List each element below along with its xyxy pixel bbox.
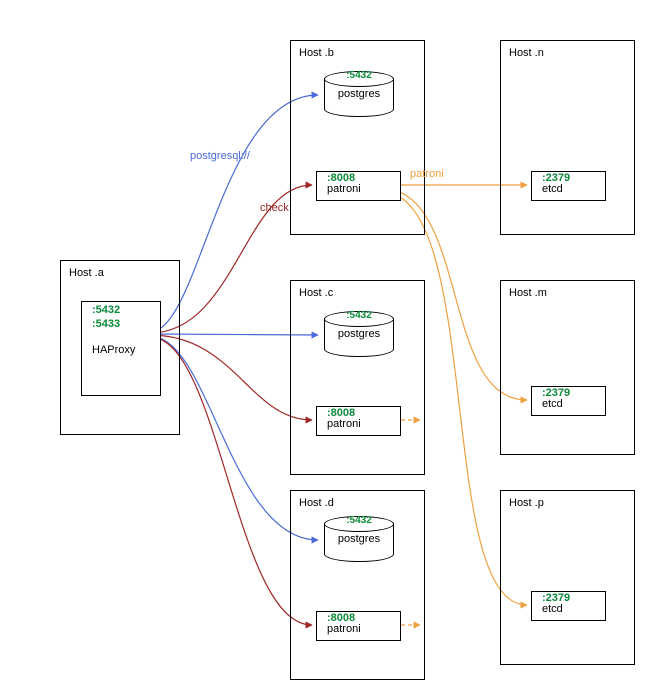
edge-label-patroni: patroni	[410, 168, 444, 180]
patroni-d: :8008 patroni	[316, 611, 401, 641]
host-b-title: Host .b	[299, 47, 334, 59]
etcd-p-label: etcd	[542, 603, 605, 615]
host-a: Host .a :5432 :5433 HAProxy	[60, 260, 180, 435]
postgres-c: :5432 postgres	[324, 311, 394, 357]
postgres-b-port: :5432	[324, 70, 394, 81]
host-c-title: Host .c	[299, 287, 333, 299]
patroni-c: :8008 patroni	[316, 406, 401, 436]
haproxy-component: :5432 :5433 HAProxy	[81, 301, 161, 396]
host-n-title: Host .n	[509, 47, 544, 59]
etcd-n-label: etcd	[542, 183, 605, 195]
patroni-c-label: patroni	[327, 418, 400, 430]
etcd-m: :2379 etcd	[531, 386, 606, 416]
postgres-b: :5432 postgres	[324, 71, 394, 117]
postgres-c-label: postgres	[324, 328, 394, 340]
haproxy-label: HAProxy	[92, 344, 160, 356]
host-p-title: Host .p	[509, 497, 544, 509]
edge-label-check: check	[260, 202, 289, 214]
patroni-b-label: patroni	[327, 183, 400, 195]
edge-label-postgresql: postgresql://	[190, 150, 250, 162]
haproxy-port-5433: :5433	[92, 318, 160, 330]
host-d: Host .d :5432 postgres :8008 patroni	[290, 490, 425, 680]
host-b: Host .b :5432 postgres :8008 patroni	[290, 40, 425, 235]
etcd-m-label: etcd	[542, 398, 605, 410]
patroni-b: :8008 patroni	[316, 171, 401, 201]
postgres-d-port: :5432	[324, 515, 394, 526]
patroni-d-label: patroni	[327, 623, 400, 635]
etcd-n: :2379 etcd	[531, 171, 606, 201]
etcd-p: :2379 etcd	[531, 591, 606, 621]
postgres-d-label: postgres	[324, 533, 394, 545]
host-n: Host .n :2379 etcd	[500, 40, 635, 235]
host-m-title: Host .m	[509, 287, 547, 299]
host-d-title: Host .d	[299, 497, 334, 509]
host-p: Host .p :2379 etcd	[500, 490, 635, 665]
host-c: Host .c :5432 postgres :8008 patroni	[290, 280, 425, 475]
postgres-c-port: :5432	[324, 310, 394, 321]
postgres-d: :5432 postgres	[324, 516, 394, 562]
postgres-b-label: postgres	[324, 88, 394, 100]
host-m: Host .m :2379 etcd	[500, 280, 635, 455]
host-a-title: Host .a	[69, 267, 104, 279]
haproxy-port-5432: :5432	[92, 304, 160, 316]
